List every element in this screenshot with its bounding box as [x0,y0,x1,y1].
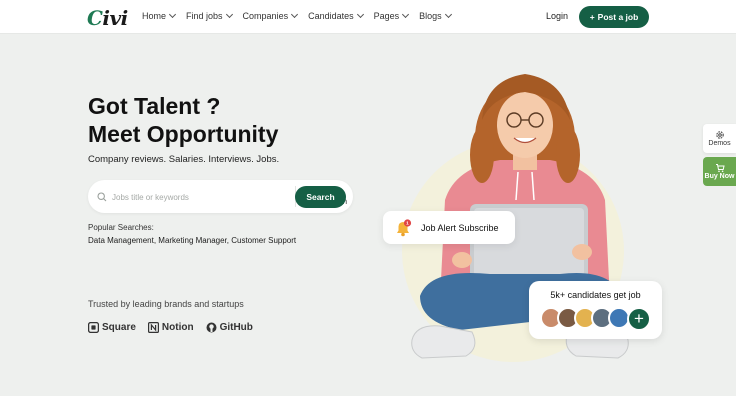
cart-icon [715,164,725,173]
candidates-card: 5k+ candidates get job + [529,281,662,339]
buy-now-tab[interactable]: Buy Now [703,157,736,186]
brand-logos: Square Notion GitHub [88,322,253,333]
demos-tab[interactable]: Demos [703,124,736,153]
chevron-down-icon [356,10,364,19]
chevron-down-icon [291,10,299,19]
nav-item-label: Pages [373,11,400,21]
nav-item-candidates[interactable]: Candidates [308,10,364,21]
popular-link-data-management[interactable]: Data Management, [88,236,156,245]
buy-now-label: Buy Now [704,173,735,180]
chevron-down-icon [225,10,233,19]
github-logo-icon [206,322,217,333]
candidate-avatars: + [540,307,651,331]
post-job-label: Post a job [597,12,639,22]
keyword-input[interactable] [112,192,207,202]
nav-item-label: Candidates [308,11,354,21]
popular-searches-list: Data Management, Marketing Manager, Cust… [88,236,296,245]
headline-line-1: Got Talent ? [88,93,221,119]
popular-link-customer-support[interactable]: Customer Support [231,236,296,245]
nav-item-label: Companies [242,11,289,21]
nav-item-pages[interactable]: Pages [373,10,410,21]
nav-item-blogs[interactable]: Blogs [419,10,452,21]
nav-item-companies[interactable]: Companies [242,10,299,21]
keyword-field [97,188,209,206]
nav-item-home[interactable]: Home [142,10,177,21]
plus-icon: + [589,12,595,22]
hero-headline: Got Talent ? Meet Opportunity [88,92,278,148]
chevron-down-icon [402,10,410,19]
site-logo[interactable]: Civi [87,6,128,30]
gear-icon [715,131,724,139]
job-alert-card[interactable]: 1 Job Alert Subscribe [383,211,515,244]
search-button[interactable]: Search [295,186,346,208]
add-candidate-button[interactable]: + [627,307,651,331]
hero-subline: Company reviews. Salaries. Interviews. J… [88,154,280,165]
demos-label: Demos [708,140,731,147]
headline-line-2: Meet Opportunity [88,121,279,147]
nav-item-label: Blogs [419,11,442,21]
login-link[interactable]: Login [546,11,568,21]
nav-item-find-jobs[interactable]: Find jobs [186,10,233,21]
nav-item-label: Find jobs [186,11,223,21]
candidates-label: 5k+ candidates get job [550,290,641,300]
main-menu: Home Find jobs Companies Candidates Page… [142,10,452,21]
square-logo-icon [88,322,99,333]
brand-square: Square [88,322,136,333]
alert-badge-count: 1 [406,220,409,226]
bell-icon: 1 [397,218,412,236]
job-alert-label: Job Alert Subscribe [421,222,499,233]
search-icon [97,192,107,202]
popular-searches-label: Popular Searches: [88,223,154,232]
top-navbar: Civi Home Find jobs Companies Candidates… [0,0,736,34]
popular-link-marketing-manager[interactable]: Marketing Manager, [158,236,229,245]
brand-notion: Notion [147,322,194,333]
trusted-brands-label: Trusted by leading brands and startups [88,299,244,309]
chevron-down-icon [168,10,177,19]
brand-github: GitHub [206,322,253,333]
post-job-button[interactable]: + Post a job [579,6,649,28]
chevron-down-icon [444,10,452,19]
nav-item-label: Home [142,11,167,21]
notion-logo-icon [147,322,159,333]
